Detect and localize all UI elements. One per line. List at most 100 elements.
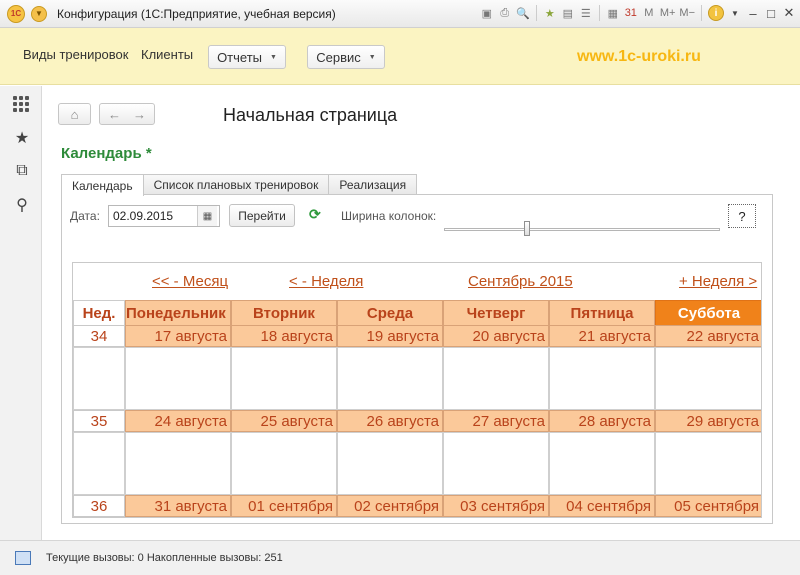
header-wednesday: Среда xyxy=(337,300,443,326)
memory-plus-button[interactable]: M+ xyxy=(660,4,676,22)
day-cell[interactable]: 28 августа xyxy=(549,410,655,432)
day-cell[interactable]: 01 сентября xyxy=(231,495,337,517)
main-menu-icon[interactable]: ▼ xyxy=(31,5,47,22)
day-content-cell[interactable] xyxy=(655,347,761,410)
day-content-cell[interactable] xyxy=(231,432,337,495)
day-content-cell[interactable] xyxy=(549,347,655,410)
day-cell[interactable]: 03 сентября xyxy=(443,495,549,517)
header-thursday: Четверг xyxy=(443,300,549,326)
day-cell[interactable]: 22 августа xyxy=(655,325,761,347)
print-icon[interactable]: ⎙ xyxy=(498,4,512,22)
date-input[interactable] xyxy=(109,206,197,226)
back-forward-buttons[interactable]: ← → xyxy=(99,103,155,125)
separator xyxy=(701,5,702,21)
favorites-icon[interactable]: ★ xyxy=(13,128,31,148)
day-content-cell[interactable] xyxy=(549,432,655,495)
day-content-cell[interactable] xyxy=(443,347,549,410)
tab-sales[interactable]: Реализация xyxy=(328,174,418,195)
sections-bar: Виды тренировок Клиенты Отчеты ▼ Сервис … xyxy=(0,28,800,85)
search-icon[interactable]: ⚲ xyxy=(13,195,31,215)
day-cell[interactable]: 27 августа xyxy=(443,410,549,432)
save-icon[interactable]: ▣ xyxy=(480,4,494,22)
service-dropdown[interactable]: Сервис ▼ xyxy=(307,45,385,69)
day-cell[interactable]: 20 августа xyxy=(443,325,549,347)
calculator-icon[interactable]: ▦ xyxy=(606,4,620,22)
history-icon[interactable]: ▤ xyxy=(561,4,575,22)
home-icon: ⌂ xyxy=(70,106,79,122)
week-number: 34 xyxy=(73,325,125,347)
preview-icon[interactable]: 🔍 xyxy=(516,4,530,22)
day-content-cell[interactable] xyxy=(125,432,231,495)
home-button[interactable]: ⌂ xyxy=(58,103,91,125)
header-friday: Пятница xyxy=(549,300,655,326)
help-button[interactable]: ? xyxy=(728,204,756,228)
calendar-icon[interactable]: 31 xyxy=(624,4,638,22)
header-tuesday: Вторник xyxy=(231,300,337,326)
day-content-cell[interactable] xyxy=(125,347,231,410)
nav-clients[interactable]: Клиенты xyxy=(141,47,193,62)
date-label: Дата: xyxy=(70,209,100,223)
maximize-icon[interactable]: □ xyxy=(764,4,778,22)
date-field[interactable]: ▦ xyxy=(108,205,220,227)
minimize-icon[interactable]: – xyxy=(746,4,760,22)
header-monday: Понедельник xyxy=(125,300,231,326)
memory-m-button[interactable]: M xyxy=(642,4,656,22)
chevron-down-icon: ▼ xyxy=(270,53,277,61)
column-width-slider[interactable] xyxy=(444,228,720,231)
day-cell[interactable]: 04 сентября xyxy=(549,495,655,517)
prev-month-link[interactable]: << - Месяц xyxy=(152,273,228,290)
info-icon[interactable]: i xyxy=(708,5,724,21)
calendar-grid: << - Месяц < - Неделя Сентябрь 2015 + Не… xyxy=(72,262,762,518)
separator xyxy=(535,5,537,21)
service-label: Сервис xyxy=(316,49,361,65)
status-bar: Текущие вызовы: 0 Накопленные вызовы: 25… xyxy=(0,540,800,575)
day-content-cell[interactable] xyxy=(443,432,549,495)
title-bar: 1С ▼ Конфигурация (1С:Предприятие, учебн… xyxy=(0,0,800,28)
week-number: 35 xyxy=(73,410,125,432)
slider-thumb[interactable] xyxy=(523,221,530,236)
sections-icon[interactable] xyxy=(13,96,31,112)
links-icon[interactable]: ☰ xyxy=(579,4,593,22)
next-week-link[interactable]: + Неделя > xyxy=(679,273,757,290)
day-cell[interactable]: 29 августа xyxy=(655,410,761,432)
history-icon[interactable]: ⧉ xyxy=(13,162,31,180)
day-content-cell[interactable] xyxy=(337,432,443,495)
day-cell[interactable]: 19 августа xyxy=(337,325,443,347)
site-watermark: www.1c-uroki.ru xyxy=(577,48,701,65)
favorites-add-icon[interactable]: ★ xyxy=(543,4,557,22)
day-cell[interactable]: 05 сентября xyxy=(655,495,761,517)
memory-minus-button[interactable]: M− xyxy=(679,4,695,22)
day-content-cell[interactable] xyxy=(655,432,761,495)
refresh-icon[interactable]: ⟳ xyxy=(309,206,321,223)
day-content-cell[interactable] xyxy=(337,347,443,410)
window-title: Конфигурация (1С:Предприятие, учебная ве… xyxy=(57,6,336,21)
prev-week-link[interactable]: < - Неделя xyxy=(289,273,363,290)
day-cell[interactable]: 31 августа xyxy=(125,495,231,517)
dropdown-icon[interactable]: ▼ xyxy=(728,4,742,22)
day-cell[interactable]: 02 сентября xyxy=(337,495,443,517)
content-area: ⌂ ← → Начальная страница Календарь * Кал… xyxy=(42,86,800,540)
close-icon[interactable]: ✕ xyxy=(782,4,796,22)
server-calls-icon[interactable] xyxy=(15,551,31,565)
day-cell[interactable]: 24 августа xyxy=(125,410,231,432)
back-arrow-icon[interactable]: ← xyxy=(108,107,121,122)
tab-planned-trainings[interactable]: Список плановых тренировок xyxy=(142,174,330,195)
day-cell[interactable]: 25 августа xyxy=(231,410,337,432)
reports-label: Отчеты xyxy=(217,49,262,65)
calendar-tab-panel: Дата: ▦ Перейти ⟳ Ширина колонок: ? << -… xyxy=(61,194,773,524)
day-cell[interactable]: 17 августа xyxy=(125,325,231,347)
day-cell[interactable]: 21 августа xyxy=(549,325,655,347)
nav-training-types[interactable]: Виды тренировок xyxy=(23,47,128,62)
day-cell[interactable]: 18 августа xyxy=(231,325,337,347)
day-cell[interactable]: 26 августа xyxy=(337,410,443,432)
go-button[interactable]: Перейти xyxy=(229,204,295,227)
reports-dropdown[interactable]: Отчеты ▼ xyxy=(208,45,286,69)
current-month-link[interactable]: Сентябрь 2015 xyxy=(468,273,573,290)
header-saturday: Суббота xyxy=(655,300,761,326)
tab-calendar[interactable]: Календарь xyxy=(61,174,144,196)
calendar-picker-icon[interactable]: ▦ xyxy=(197,206,217,226)
day-content-cell[interactable] xyxy=(231,347,337,410)
status-text: Текущие вызовы: 0 Накопленные вызовы: 25… xyxy=(46,552,283,564)
forward-arrow-icon[interactable]: → xyxy=(133,107,146,122)
tab-bar: Календарь Список плановых тренировок Реа… xyxy=(61,174,418,196)
